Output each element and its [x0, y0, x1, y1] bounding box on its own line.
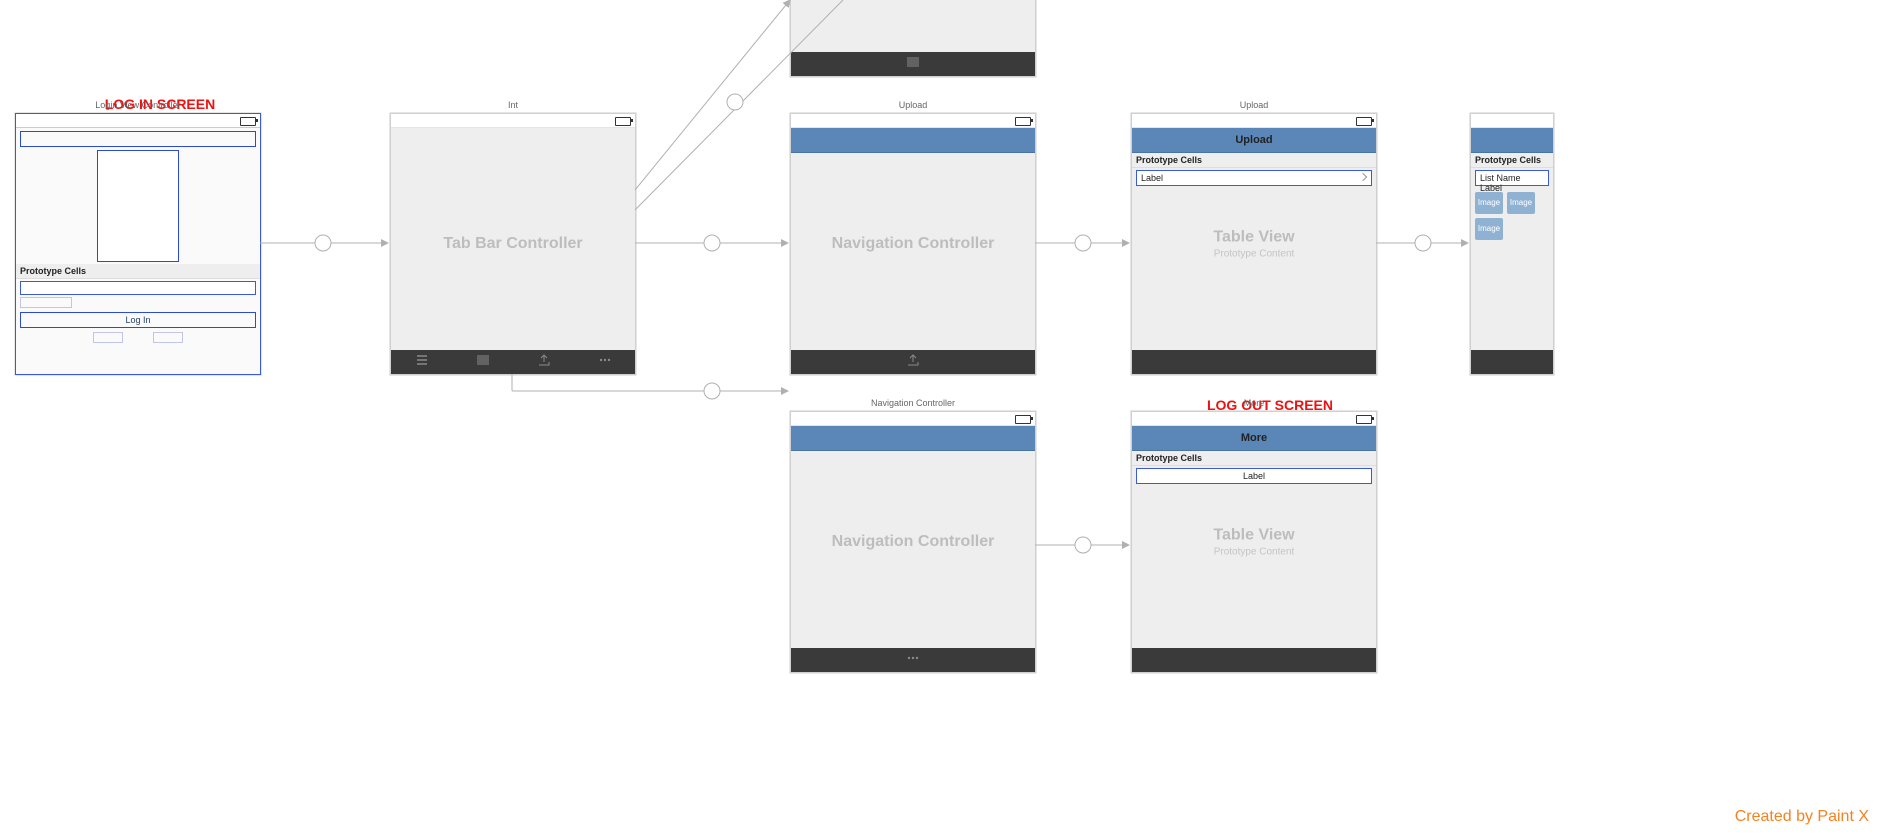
- image-row: ImageImageImage: [1471, 188, 1553, 244]
- barcode-icon: [477, 354, 489, 366]
- image-chip[interactable]: Image: [1475, 192, 1503, 214]
- tab-item-more[interactable]: [791, 651, 1035, 669]
- prototype-header: Prototype Cells: [16, 264, 260, 279]
- placeholder-sublabel: Prototype Content: [1132, 547, 1376, 558]
- tab-bar: [1132, 648, 1376, 672]
- screen-nav-more[interactable]: Navigation Controller Navigation Control…: [790, 411, 1036, 673]
- nav-title: More: [1241, 432, 1267, 444]
- login-button[interactable]: Log In: [20, 312, 256, 328]
- navigation-bar: [1471, 128, 1553, 153]
- list-icon: [416, 354, 428, 366]
- prototype-cell[interactable]: [20, 281, 256, 295]
- tab-item[interactable]: [791, 55, 1035, 73]
- tab-bar: [391, 350, 635, 374]
- prototype-header: Prototype Cells: [1471, 153, 1553, 168]
- tab-item-more[interactable]: [574, 353, 635, 371]
- navigation-bar: [791, 426, 1035, 451]
- placeholder-label: Navigation Controller: [791, 533, 1035, 551]
- placeholder-sublabel: Prototype Content: [1132, 249, 1376, 260]
- more-icon: [599, 354, 611, 366]
- battery-icon: [1356, 117, 1372, 126]
- screen-nav-upload[interactable]: Upload Navigation Controller: [790, 113, 1036, 375]
- placeholder-label: Table View Prototype Content: [1132, 527, 1376, 558]
- battery-icon: [1015, 117, 1031, 126]
- storyboard-canvas: LOG IN SCREEN LOG OUT SCREEN Login View …: [0, 0, 1885, 836]
- status-bar: [16, 114, 260, 128]
- screen-tabbar-controller[interactable]: Int Tab Bar Controller: [390, 113, 636, 375]
- battery-icon: [615, 117, 631, 126]
- status-bar: [791, 412, 1035, 426]
- login-field-top[interactable]: [20, 131, 256, 147]
- watermark: Created by Paint X: [1735, 808, 1869, 826]
- status-bar: [791, 114, 1035, 128]
- status-bar: [391, 114, 635, 128]
- barcode-icon: [907, 56, 919, 68]
- login-small-field-2[interactable]: [153, 332, 183, 343]
- upload-icon: [907, 354, 919, 366]
- login-logo-placeholder: [97, 150, 179, 262]
- tab-bar: [1471, 350, 1553, 374]
- upload-icon: [538, 354, 550, 366]
- battery-icon: [240, 117, 256, 126]
- screen-title: Upload: [1132, 100, 1376, 110]
- tab-item-upload[interactable]: [791, 353, 1035, 371]
- disclosure-icon: [1359, 173, 1367, 181]
- screen-title: Upload: [791, 100, 1035, 110]
- navigation-bar: [791, 128, 1035, 153]
- image-chip[interactable]: Image: [1475, 218, 1503, 240]
- more-icon: [907, 652, 919, 664]
- screen-login[interactable]: Login View Controller Prototype Cells Lo…: [15, 113, 261, 375]
- tab-item-upload[interactable]: [513, 353, 574, 371]
- placeholder-label: Table View Prototype Content: [1132, 229, 1376, 260]
- prototype-cell[interactable]: Label: [1136, 468, 1372, 484]
- login-small-field-1[interactable]: [93, 332, 123, 343]
- prototype-header: Prototype Cells: [1132, 153, 1376, 168]
- screen-collection[interactable]: Prototype Cells List Name Label ImageIma…: [1470, 113, 1554, 375]
- tab-bar: [791, 52, 1035, 76]
- screen-title: More: [1132, 398, 1376, 408]
- screen-title: Navigation Controller: [791, 398, 1035, 408]
- battery-icon: [1356, 415, 1372, 424]
- image-chip[interactable]: Image: [1507, 192, 1535, 214]
- tab-bar: [791, 648, 1035, 672]
- login-text-field[interactable]: [20, 297, 72, 308]
- status-bar: [1132, 114, 1376, 128]
- cell-label: Label: [1243, 471, 1265, 481]
- list-name-cell[interactable]: List Name Label: [1475, 170, 1549, 186]
- battery-icon: [1015, 415, 1031, 424]
- navigation-bar: More: [1132, 426, 1376, 451]
- placeholder-label: Tab Bar Controller: [391, 235, 635, 253]
- screen-table-more[interactable]: More More Prototype Cells Label Table Vi…: [1131, 411, 1377, 673]
- navigation-bar: Upload: [1132, 128, 1376, 153]
- nav-title: Upload: [1235, 134, 1272, 146]
- status-bar: [1132, 412, 1376, 426]
- prototype-cell[interactable]: Label: [1136, 170, 1372, 186]
- screen-title: Int: [391, 100, 635, 110]
- tab-bar: [791, 350, 1035, 374]
- screen-top-cutoff[interactable]: [790, 0, 1036, 77]
- status-bar: [1471, 114, 1553, 128]
- screen-title: Login View Controller: [16, 100, 260, 110]
- prototype-header: Prototype Cells: [1132, 451, 1376, 466]
- tab-bar: [1132, 350, 1376, 374]
- tab-item-mylist[interactable]: [391, 353, 452, 371]
- cell-label: Label: [1141, 173, 1163, 183]
- placeholder-label: Navigation Controller: [791, 235, 1035, 253]
- screen-table-upload[interactable]: Upload Upload Prototype Cells Label Tabl…: [1131, 113, 1377, 375]
- tab-item-explore[interactable]: [452, 353, 513, 371]
